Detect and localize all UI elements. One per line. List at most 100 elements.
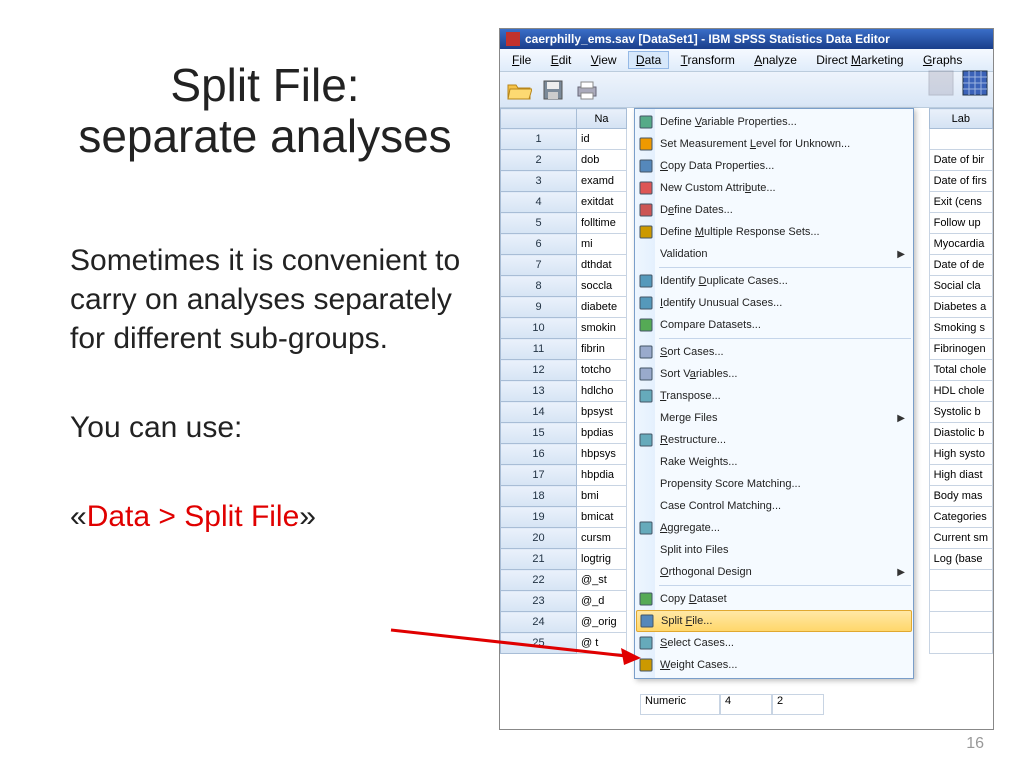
var-label-cell[interactable] [929, 129, 992, 150]
var-label-cell[interactable]: Date of bir [929, 150, 992, 171]
row-number[interactable]: 11 [501, 339, 577, 360]
cell-decimals[interactable]: 2 [772, 694, 824, 715]
open-button[interactable] [504, 75, 534, 105]
row-number[interactable]: 16 [501, 444, 577, 465]
var-name-cell[interactable]: @_orig [577, 612, 627, 633]
var-name-cell[interactable]: dthdat [577, 255, 627, 276]
var-name-cell[interactable]: hdlcho [577, 381, 627, 402]
var-name-cell[interactable]: @_d [577, 591, 627, 612]
var-name-cell[interactable]: bmicat [577, 507, 627, 528]
var-label-cell[interactable]: Smoking s [929, 318, 992, 339]
menu-view[interactable]: View [583, 51, 625, 69]
var-name-cell[interactable]: mi [577, 234, 627, 255]
row-number[interactable]: 20 [501, 528, 577, 549]
menu-item-identify-duplicate-cases[interactable]: Identify Duplicate Cases... [635, 270, 913, 292]
cell-type[interactable]: Numeric [640, 694, 720, 715]
menu-item-propensity-score-matching[interactable]: Propensity Score Matching... [635, 473, 913, 495]
menu-item-define-multiple-response-sets[interactable]: Define Multiple Response Sets... [635, 221, 913, 243]
var-label-cell[interactable]: Diastolic b [929, 423, 992, 444]
col-header-name[interactable]: Na [577, 109, 627, 129]
var-name-cell[interactable]: exitdat [577, 192, 627, 213]
var-name-cell[interactable]: soccla [577, 276, 627, 297]
menu-item-set-measurement-level-for-unknown[interactable]: Set Measurement Level for Unknown... [635, 133, 913, 155]
var-label-cell[interactable]: High systo [929, 444, 992, 465]
row-number[interactable]: 5 [501, 213, 577, 234]
menu-item-aggregate[interactable]: Aggregate... [635, 517, 913, 539]
menu-item-select-cases[interactable]: Select Cases... [635, 632, 913, 654]
var-name-cell[interactable]: dob [577, 150, 627, 171]
var-name-cell[interactable]: totcho [577, 360, 627, 381]
menu-item-transpose[interactable]: Transpose... [635, 385, 913, 407]
menu-item-split-into-files[interactable]: Split into Files [635, 539, 913, 561]
row-number[interactable]: 13 [501, 381, 577, 402]
var-label-cell[interactable]: Log (base [929, 549, 992, 570]
var-name-cell[interactable]: hbpsys [577, 444, 627, 465]
var-label-cell[interactable]: Fibrinogen [929, 339, 992, 360]
print-button[interactable] [572, 75, 602, 105]
menu-direct-marketing[interactable]: Direct Marketing [808, 51, 911, 69]
var-label-cell[interactable]: Diabetes a [929, 297, 992, 318]
var-label-cell[interactable]: HDL chole [929, 381, 992, 402]
menu-item-sort-variables[interactable]: Sort Variables... [635, 363, 913, 385]
menu-item-weight-cases[interactable]: Weight Cases... [635, 654, 913, 676]
var-label-cell[interactable]: Current sm [929, 528, 992, 549]
save-button[interactable] [538, 75, 568, 105]
menu-graphs[interactable]: Graphs [915, 51, 970, 69]
row-number[interactable]: 14 [501, 402, 577, 423]
menu-item-define-dates[interactable]: Define Dates... [635, 199, 913, 221]
row-number[interactable]: 12 [501, 360, 577, 381]
row-number[interactable]: 6 [501, 234, 577, 255]
menu-item-copy-dataset[interactable]: Copy Dataset [635, 588, 913, 610]
row-number[interactable]: 7 [501, 255, 577, 276]
var-label-cell[interactable]: Social cla [929, 276, 992, 297]
cell-width[interactable]: 4 [720, 694, 772, 715]
menu-item-rake-weights[interactable]: Rake Weights... [635, 451, 913, 473]
menu-item-define-variable-properties[interactable]: Define Variable Properties... [635, 111, 913, 133]
var-name-cell[interactable]: cursm [577, 528, 627, 549]
var-label-cell[interactable]: Follow up [929, 213, 992, 234]
var-label-cell[interactable]: Exit (cens [929, 192, 992, 213]
var-name-cell[interactable]: @_st [577, 570, 627, 591]
menu-item-split-file[interactable]: Split File... [636, 610, 912, 632]
var-name-cell[interactable]: smokin [577, 318, 627, 339]
col-header-label[interactable]: Lab [929, 109, 992, 129]
menu-item-compare-datasets[interactable]: Compare Datasets... [635, 314, 913, 336]
var-label-cell[interactable] [929, 570, 992, 591]
var-label-cell[interactable]: High diast [929, 465, 992, 486]
menu-item-identify-unusual-cases[interactable]: Identify Unusual Cases... [635, 292, 913, 314]
var-label-cell[interactable] [929, 591, 992, 612]
menu-bar[interactable]: File Edit View Data Transform Analyze Di… [500, 49, 993, 72]
menu-transform[interactable]: Transform [673, 51, 743, 69]
row-number[interactable]: 9 [501, 297, 577, 318]
row-number[interactable]: 4 [501, 192, 577, 213]
grid-icon[interactable] [961, 69, 989, 100]
menu-data[interactable]: Data [628, 51, 669, 69]
var-label-cell[interactable] [929, 612, 992, 633]
var-name-cell[interactable]: hbpdia [577, 465, 627, 486]
row-number[interactable]: 8 [501, 276, 577, 297]
menu-item-restructure[interactable]: Restructure... [635, 429, 913, 451]
row-number[interactable]: 18 [501, 486, 577, 507]
row-number[interactable]: 23 [501, 591, 577, 612]
var-label-cell[interactable]: Total chole [929, 360, 992, 381]
menu-file[interactable]: File [504, 51, 539, 69]
menu-analyze[interactable]: Analyze [746, 51, 805, 69]
var-label-cell[interactable]: Body mas [929, 486, 992, 507]
row-number[interactable]: 19 [501, 507, 577, 528]
menu-edit[interactable]: Edit [543, 51, 580, 69]
var-name-cell[interactable]: bmi [577, 486, 627, 507]
row-number[interactable]: 24 [501, 612, 577, 633]
var-label-cell[interactable]: Myocardia [929, 234, 992, 255]
menu-item-orthogonal-design[interactable]: Orthogonal Design▶ [635, 561, 913, 583]
menu-item-validation[interactable]: Validation▶ [635, 243, 913, 265]
menu-item-merge-files[interactable]: Merge Files▶ [635, 407, 913, 429]
var-name-cell[interactable]: id [577, 129, 627, 150]
row-number[interactable]: 25 [501, 633, 577, 654]
var-label-cell[interactable]: Date of de [929, 255, 992, 276]
row-number[interactable]: 21 [501, 549, 577, 570]
menu-item-case-control-matching[interactable]: Case Control Matching... [635, 495, 913, 517]
var-name-cell[interactable]: fibrin [577, 339, 627, 360]
row-number[interactable]: 2 [501, 150, 577, 171]
row-number[interactable]: 1 [501, 129, 577, 150]
row-number[interactable]: 17 [501, 465, 577, 486]
